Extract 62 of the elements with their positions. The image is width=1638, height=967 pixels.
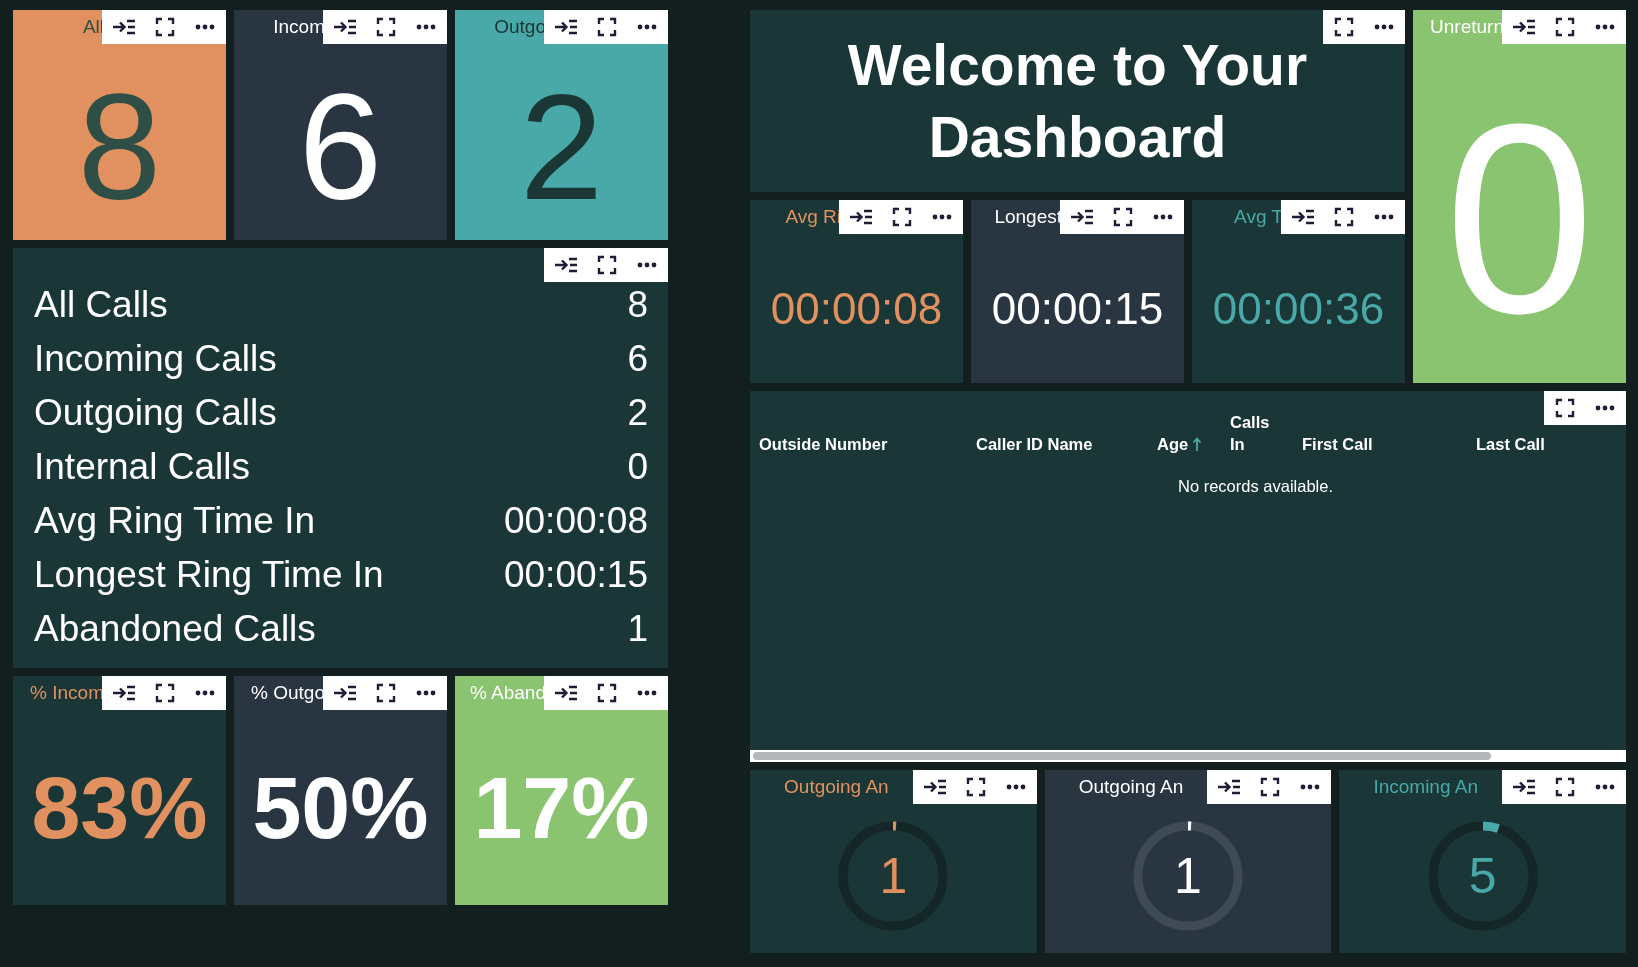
- summary-value: 1: [627, 608, 648, 650]
- stat-value: 83%: [31, 763, 208, 852]
- tile-title: % Incom: [30, 682, 104, 703]
- fullscreen-icon[interactable]: [596, 16, 618, 38]
- tile-title: Outgoing An: [1078, 776, 1184, 797]
- summary-label: Abandoned Calls: [34, 608, 316, 650]
- fullscreen-icon[interactable]: [964, 776, 987, 798]
- column-header[interactable]: First Call: [1302, 433, 1476, 455]
- fullscreen-icon[interactable]: [891, 206, 913, 228]
- fullscreen-icon[interactable]: [1112, 206, 1134, 228]
- fullscreen-icon[interactable]: [1259, 776, 1282, 798]
- fullscreen-icon[interactable]: [1554, 776, 1576, 798]
- tile-title: Unreturn: [1430, 16, 1504, 37]
- gauge-value: 1: [879, 847, 908, 904]
- stat-value: 00:00:36: [1212, 286, 1385, 331]
- tile-title: % Outgo: [251, 682, 325, 703]
- summary-label: All Calls: [34, 284, 168, 326]
- column-header[interactable]: Last Call: [1476, 433, 1626, 455]
- fullscreen-icon[interactable]: [596, 254, 618, 276]
- fullscreen-icon[interactable]: [154, 16, 176, 38]
- column-header[interactable]: Outside Number: [759, 433, 976, 455]
- summary-value: 00:00:08: [503, 500, 648, 542]
- column-header[interactable]: Age: [1157, 433, 1230, 455]
- summary-value: 2: [627, 392, 648, 434]
- column-header[interactable]: Caller ID Name: [976, 433, 1157, 455]
- fullscreen-icon[interactable]: [154, 682, 176, 704]
- fullscreen-icon[interactable]: [1554, 397, 1576, 419]
- fullscreen-icon[interactable]: [375, 682, 397, 704]
- tile-title: Incom: [273, 16, 325, 37]
- tile-title: Incoming An: [1373, 776, 1478, 797]
- stat-value: 8: [77, 72, 162, 222]
- welcome-title: Welcome to Your Dashboard: [846, 32, 1309, 171]
- fullscreen-icon[interactable]: [375, 16, 397, 38]
- horizontal-scrollbar[interactable]: [750, 750, 1626, 762]
- fullscreen-icon[interactable]: [1333, 206, 1355, 228]
- empty-message: No records available.: [1178, 477, 1333, 495]
- stat-value: 0: [1444, 83, 1595, 354]
- stat-value: 50%: [252, 763, 429, 852]
- summary-label: Longest Ring Time In: [34, 554, 384, 596]
- summary-value: 0: [627, 446, 648, 488]
- stat-value: 2: [519, 72, 604, 222]
- stat-value: 17%: [473, 763, 650, 852]
- summary-label: Avg Ring Time In: [34, 500, 316, 542]
- summary-label: Internal Calls: [34, 446, 250, 488]
- summary-value: 00:00:15: [503, 554, 648, 596]
- summary-label: Incoming Calls: [34, 338, 277, 380]
- stat-value: 00:00:15: [991, 286, 1164, 331]
- summary-label: Outgoing Calls: [34, 392, 277, 434]
- tile-title: Outgo: [494, 16, 546, 37]
- gauge-value: 1: [1174, 847, 1202, 904]
- summary-value: 6: [627, 338, 648, 380]
- column-header[interactable]: Calls In: [1230, 411, 1302, 455]
- stat-value: 00:00:08: [770, 286, 943, 331]
- tile-title: Longest: [994, 206, 1062, 227]
- fullscreen-icon[interactable]: [1333, 16, 1355, 38]
- fullscreen-icon[interactable]: [596, 682, 618, 704]
- tile-title: Outgoing An: [784, 776, 889, 797]
- summary-value: 8: [627, 284, 648, 326]
- stat-value: 6: [298, 72, 383, 222]
- gauge-value: 5: [1468, 847, 1497, 904]
- sort-ascending-icon[interactable]: [1192, 436, 1203, 452]
- fullscreen-icon[interactable]: [1554, 16, 1576, 38]
